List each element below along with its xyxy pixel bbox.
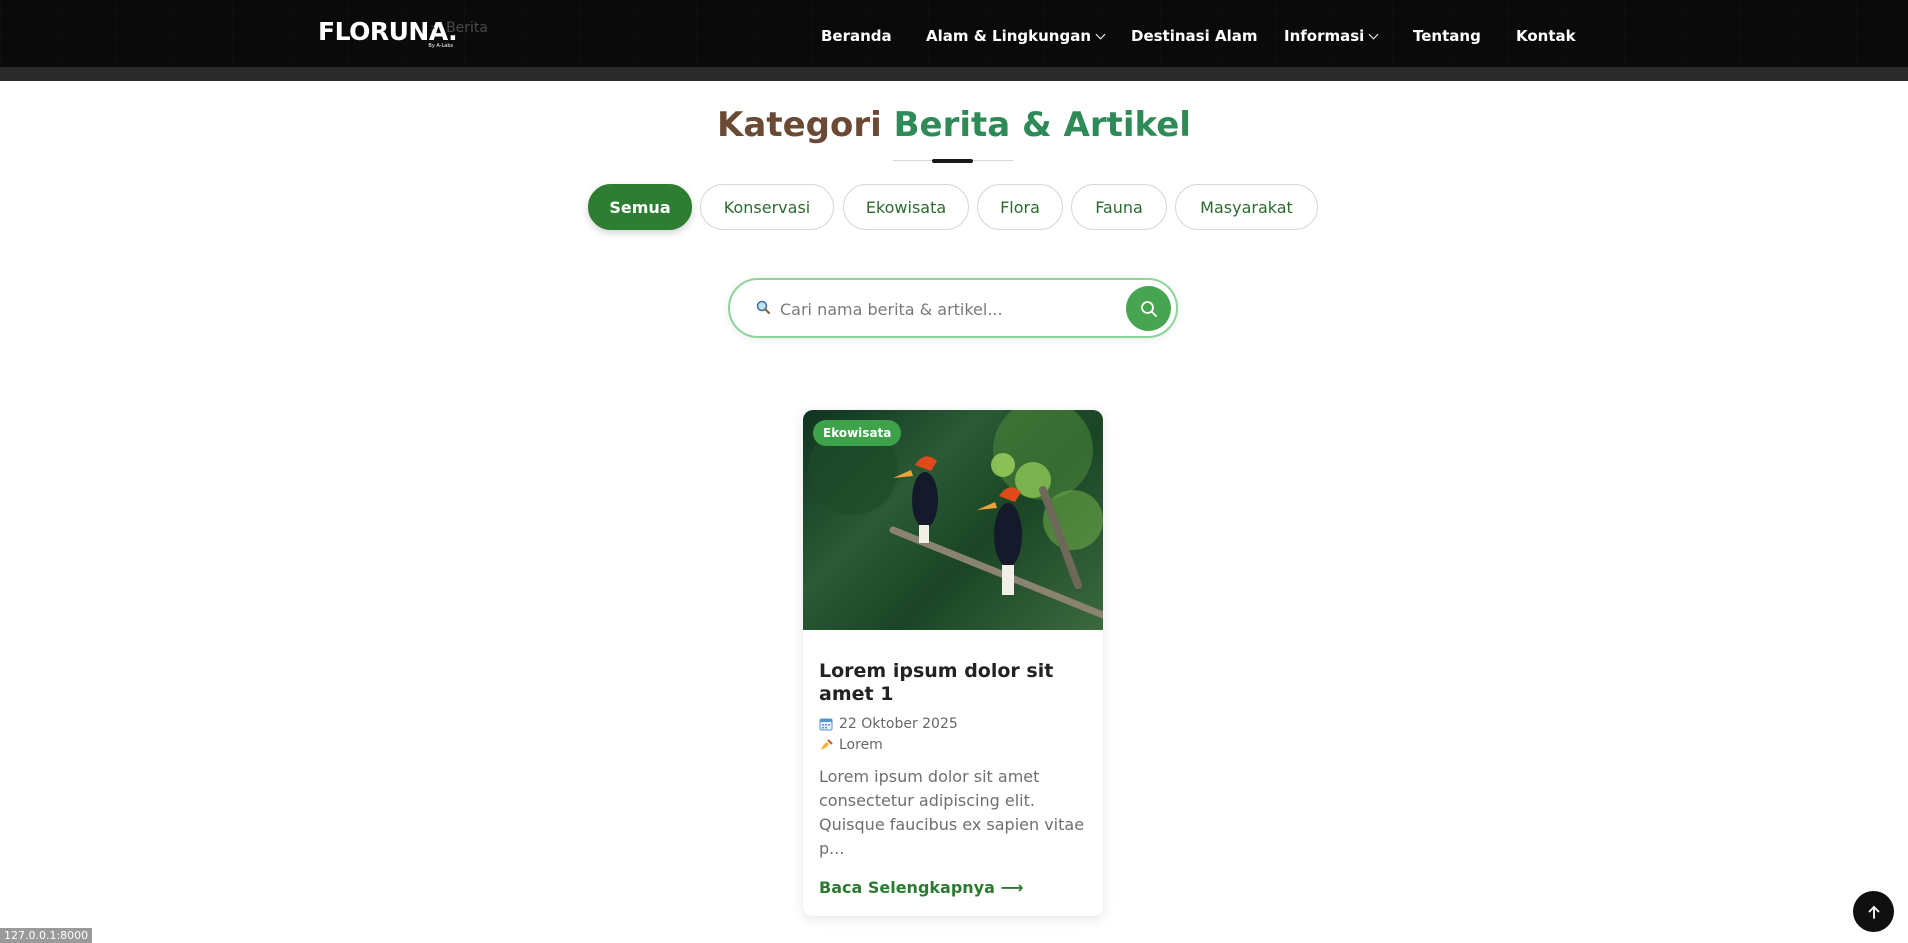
article-excerpt: Lorem ipsum dolor sit amet consectetur a…: [819, 767, 1085, 858]
article-card[interactable]: Ekowisata Lorem ipsum dolor sit amet 1 2…: [803, 410, 1103, 916]
header-band: [0, 67, 1908, 81]
top-navbar: FLORUNA. By A-Labs › Berita Beranda Alam…: [0, 0, 1908, 81]
nav-label: Tentang: [1413, 27, 1481, 45]
category-chip-flora[interactable]: Flora: [977, 184, 1063, 230]
browser-status-bar: 127.0.0.1:8000: [0, 928, 93, 943]
search-icon: [1140, 300, 1157, 317]
writing-hand-icon: [821, 739, 833, 750]
section-title-part2: Berita & Artikel: [893, 105, 1191, 145]
title-divider-accent: [932, 159, 973, 163]
nav-label: Alam & Lingkungan: [926, 27, 1092, 45]
nav-tentang[interactable]: Tentang: [1413, 27, 1481, 45]
nav-label: Destinasi Alam: [1131, 27, 1258, 45]
article-author-text: Lorem: [839, 737, 883, 753]
nav-informasi[interactable]: Informasi: [1284, 27, 1379, 45]
nav-label: Kontak: [1516, 27, 1576, 45]
nav-beranda[interactable]: Beranda: [821, 27, 892, 45]
nav-alam-lingkungan[interactable]: Alam & Lingkungan: [926, 27, 1106, 45]
article-title[interactable]: Lorem ipsum dolor sit amet 1: [819, 660, 1087, 706]
search-emoji-icon: [756, 300, 770, 314]
nav-destinasi-alam[interactable]: Destinasi Alam: [1131, 27, 1257, 45]
category-chip-konservasi[interactable]: Konservasi: [700, 184, 834, 230]
category-chip-ekowisata[interactable]: Ekowisata: [843, 184, 969, 230]
category-badge: Ekowisata: [813, 420, 902, 446]
main-nav: Beranda Alam & Lingkungan Destinasi Alam…: [0, 27, 1908, 49]
nav-label: Informasi: [1284, 27, 1365, 45]
nav-label: Beranda: [821, 27, 892, 45]
chevron-down-icon: [1368, 29, 1379, 39]
back-to-top-button[interactable]: [1853, 891, 1894, 932]
category-chip-semua[interactable]: Semua: [588, 184, 692, 230]
section-title-part1: Kategori: [717, 105, 882, 145]
category-chip-masyarakat[interactable]: Masyarakat: [1175, 184, 1318, 230]
calendar-icon: [819, 718, 833, 731]
search-input[interactable]: [780, 292, 1080, 326]
article-date-text: 22 Oktober 2025: [839, 716, 958, 732]
article-image: Ekowisata: [803, 410, 1103, 630]
chevron-down-icon: [1095, 29, 1106, 39]
nav-kontak[interactable]: Kontak: [1516, 27, 1576, 45]
category-chip-fauna[interactable]: Fauna: [1071, 184, 1167, 230]
search-bar: [728, 278, 1178, 338]
search-button[interactable]: [1126, 286, 1171, 331]
read-more-link[interactable]: Baca Selengkapnya ⟶: [819, 878, 1023, 897]
article-author: Lorem: [819, 737, 883, 753]
section-title: Kategori Berita & Artikel: [0, 103, 1908, 147]
article-date: 22 Oktober 2025: [819, 716, 958, 732]
arrow-up-icon: [1868, 905, 1879, 919]
